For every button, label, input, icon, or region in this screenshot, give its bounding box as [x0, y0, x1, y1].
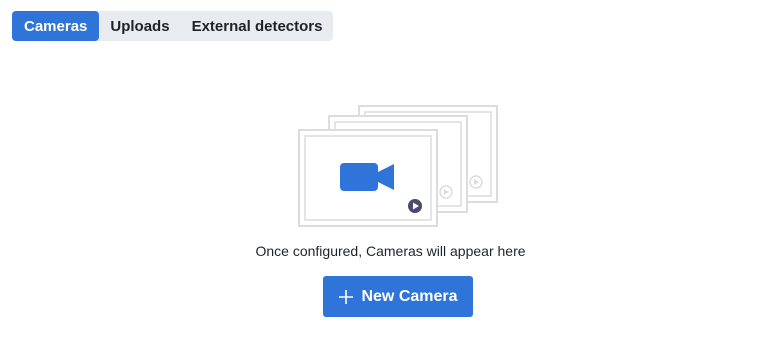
- cameras-page: Cameras Uploads External detectors Once …: [0, 0, 781, 352]
- new-camera-button-label: New Camera: [361, 287, 458, 305]
- play-icon: [408, 199, 422, 213]
- empty-cameras-illustration: [298, 105, 498, 227]
- empty-state-message: Once configured, Cameras will appear her…: [255, 243, 526, 259]
- camera-frame-front: [298, 129, 438, 227]
- tab-uploads[interactable]: Uploads: [99, 11, 180, 41]
- tab-external-detectors[interactable]: External detectors: [181, 11, 334, 41]
- new-camera-button[interactable]: New Camera: [323, 276, 473, 317]
- plus-icon: [338, 289, 354, 305]
- tab-bar: Cameras Uploads External detectors: [12, 11, 334, 41]
- tab-cameras[interactable]: Cameras: [12, 11, 100, 41]
